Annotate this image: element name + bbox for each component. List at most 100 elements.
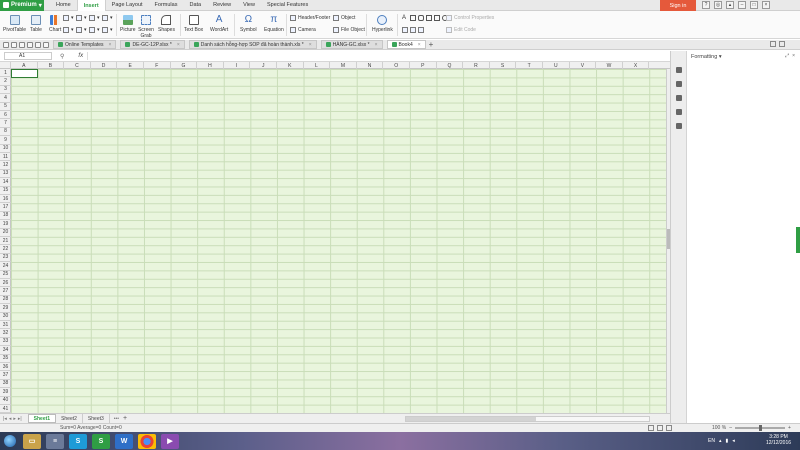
normal-view-icon[interactable]: [648, 425, 654, 431]
chrome-app[interactable]: [138, 433, 156, 449]
row-header[interactable]: 27: [0, 287, 11, 296]
row-header[interactable]: 23: [0, 254, 11, 263]
menu-tab-home[interactable]: Home: [50, 0, 77, 11]
column-header[interactable]: F: [144, 62, 171, 69]
minimize-icon[interactable]: –: [738, 1, 746, 9]
equation-button[interactable]: π Equation: [264, 15, 284, 34]
groupbox-control-icon[interactable]: [418, 15, 424, 21]
wps-spreadsheet-app[interactable]: S: [92, 433, 110, 449]
column-header[interactable]: O: [383, 62, 410, 69]
row-header[interactable]: 26: [0, 279, 11, 288]
row-header[interactable]: 34: [0, 346, 11, 355]
menu-tab-formulas[interactable]: Formulas: [149, 0, 184, 11]
row-header[interactable]: 24: [0, 262, 11, 271]
hyperlink-button[interactable]: Hyperlink: [372, 15, 393, 33]
row-header[interactable]: 19: [0, 220, 11, 229]
zoom-slider[interactable]: [734, 425, 785, 431]
row-header[interactable]: 35: [0, 355, 11, 363]
row-header[interactable]: 8: [0, 128, 11, 137]
column-header[interactable]: H: [197, 62, 224, 69]
media-player-app[interactable]: ▶: [161, 433, 179, 449]
restore-window-icon[interactable]: [770, 41, 776, 47]
control-properties-button[interactable]: Control Properties: [446, 15, 494, 21]
document-tab[interactable]: Online Templates ×: [53, 40, 117, 49]
select-all-corner[interactable]: [0, 62, 11, 69]
zoom-out-icon[interactable]: –: [729, 425, 732, 431]
row-header[interactable]: 16: [0, 195, 11, 204]
zoom-formula-icon[interactable]: ⚲: [60, 53, 64, 60]
area-chart-button[interactable]: ▾: [89, 15, 100, 21]
row-header[interactable]: 11: [0, 153, 11, 162]
column-header[interactable]: I: [224, 62, 251, 69]
row-header[interactable]: 9: [0, 136, 11, 145]
save-icon[interactable]: [11, 41, 17, 48]
other-chart-button[interactable]: ▾: [102, 27, 113, 33]
row-header[interactable]: 25: [0, 271, 11, 279]
volume-icon[interactable]: ◂: [732, 438, 735, 444]
column-header[interactable]: R: [463, 62, 490, 69]
row-header[interactable]: 41: [0, 405, 11, 413]
row-header[interactable]: 18: [0, 212, 11, 221]
row-header[interactable]: 39: [0, 388, 11, 397]
row-header[interactable]: 1: [0, 69, 11, 78]
column-header[interactable]: B: [38, 62, 65, 69]
document-tab[interactable]: Book4 ×: [386, 40, 426, 49]
skin-icon[interactable]: ◎: [714, 1, 722, 9]
row-header[interactable]: 32: [0, 329, 11, 338]
column-header[interactable]: A: [11, 62, 38, 69]
print-icon[interactable]: [19, 41, 25, 48]
row-header[interactable]: 38: [0, 380, 11, 389]
more-sheets-button[interactable]: •••: [114, 416, 119, 422]
header-footer-button[interactable]: Header/Footer: [290, 15, 330, 21]
wps-writer-app[interactable]: W: [115, 433, 133, 449]
new-tab-button[interactable]: +: [429, 40, 434, 49]
print-preview-icon[interactable]: [27, 41, 33, 48]
menu-tab-special-features[interactable]: Special Features: [261, 0, 314, 11]
document-tab[interactable]: DE-GC-12P.xlsx * ×: [120, 40, 185, 49]
undo-icon[interactable]: [35, 41, 41, 48]
row-header[interactable]: 6: [0, 111, 11, 120]
start-button[interactable]: [2, 433, 18, 449]
premium-button[interactable]: Premium ▾: [0, 0, 44, 11]
row-header[interactable]: 7: [0, 119, 11, 128]
add-sheet-button[interactable]: +: [123, 415, 127, 422]
column-header[interactable]: S: [490, 62, 517, 69]
row-header[interactable]: 13: [0, 170, 11, 179]
notepad-app[interactable]: ≡: [46, 433, 64, 449]
read-mode-icon[interactable]: [666, 425, 672, 431]
button-control-icon[interactable]: [410, 15, 416, 21]
sheet-tab[interactable]: Sheet3: [83, 414, 110, 423]
cell-area[interactable]: [11, 69, 666, 413]
menu-tab-view[interactable]: View: [237, 0, 261, 11]
row-header[interactable]: 22: [0, 245, 11, 254]
column-header[interactable]: E: [117, 62, 144, 69]
first-sheet-icon[interactable]: |◂: [3, 416, 7, 422]
column-header[interactable]: K: [277, 62, 304, 69]
shapes-button[interactable]: Shapes: [158, 15, 175, 33]
system-clock[interactable]: 3:28 PM 12/12/2016: [766, 434, 791, 446]
ribbon-toggle-icon[interactable]: ▴: [726, 1, 734, 9]
column-header[interactable]: C: [64, 62, 91, 69]
edit-code-button[interactable]: Edit Code: [446, 27, 476, 33]
scatter-chart-button[interactable]: ▾: [102, 15, 113, 21]
clip-art-icon[interactable]: [676, 123, 682, 129]
column-header[interactable]: X: [623, 62, 650, 69]
tab-close-icon[interactable]: ×: [375, 42, 378, 48]
tab-close-icon[interactable]: ×: [309, 42, 312, 48]
prev-sheet-icon[interactable]: ◂: [9, 416, 12, 422]
row-header[interactable]: 28: [0, 296, 11, 305]
tray-expand-icon[interactable]: ▴: [719, 438, 722, 444]
row-header[interactable]: 4: [0, 94, 11, 103]
checkbox-control-icon[interactable]: [434, 15, 440, 21]
formatting-icon[interactable]: [676, 95, 682, 101]
pin-icon[interactable]: ⤢: [785, 53, 789, 59]
row-header[interactable]: 30: [0, 313, 11, 321]
next-sheet-icon[interactable]: ▸: [13, 416, 16, 422]
page-break-view-icon[interactable]: [657, 425, 663, 431]
sheet-tab[interactable]: Sheet2: [56, 414, 83, 423]
sheet-tab[interactable]: Sheet1: [27, 414, 57, 423]
close-icon[interactable]: ×: [762, 1, 770, 9]
listbox-control-icon[interactable]: [426, 15, 432, 21]
zoom-slider-knob[interactable]: [758, 425, 762, 431]
column-header[interactable]: U: [543, 62, 570, 69]
